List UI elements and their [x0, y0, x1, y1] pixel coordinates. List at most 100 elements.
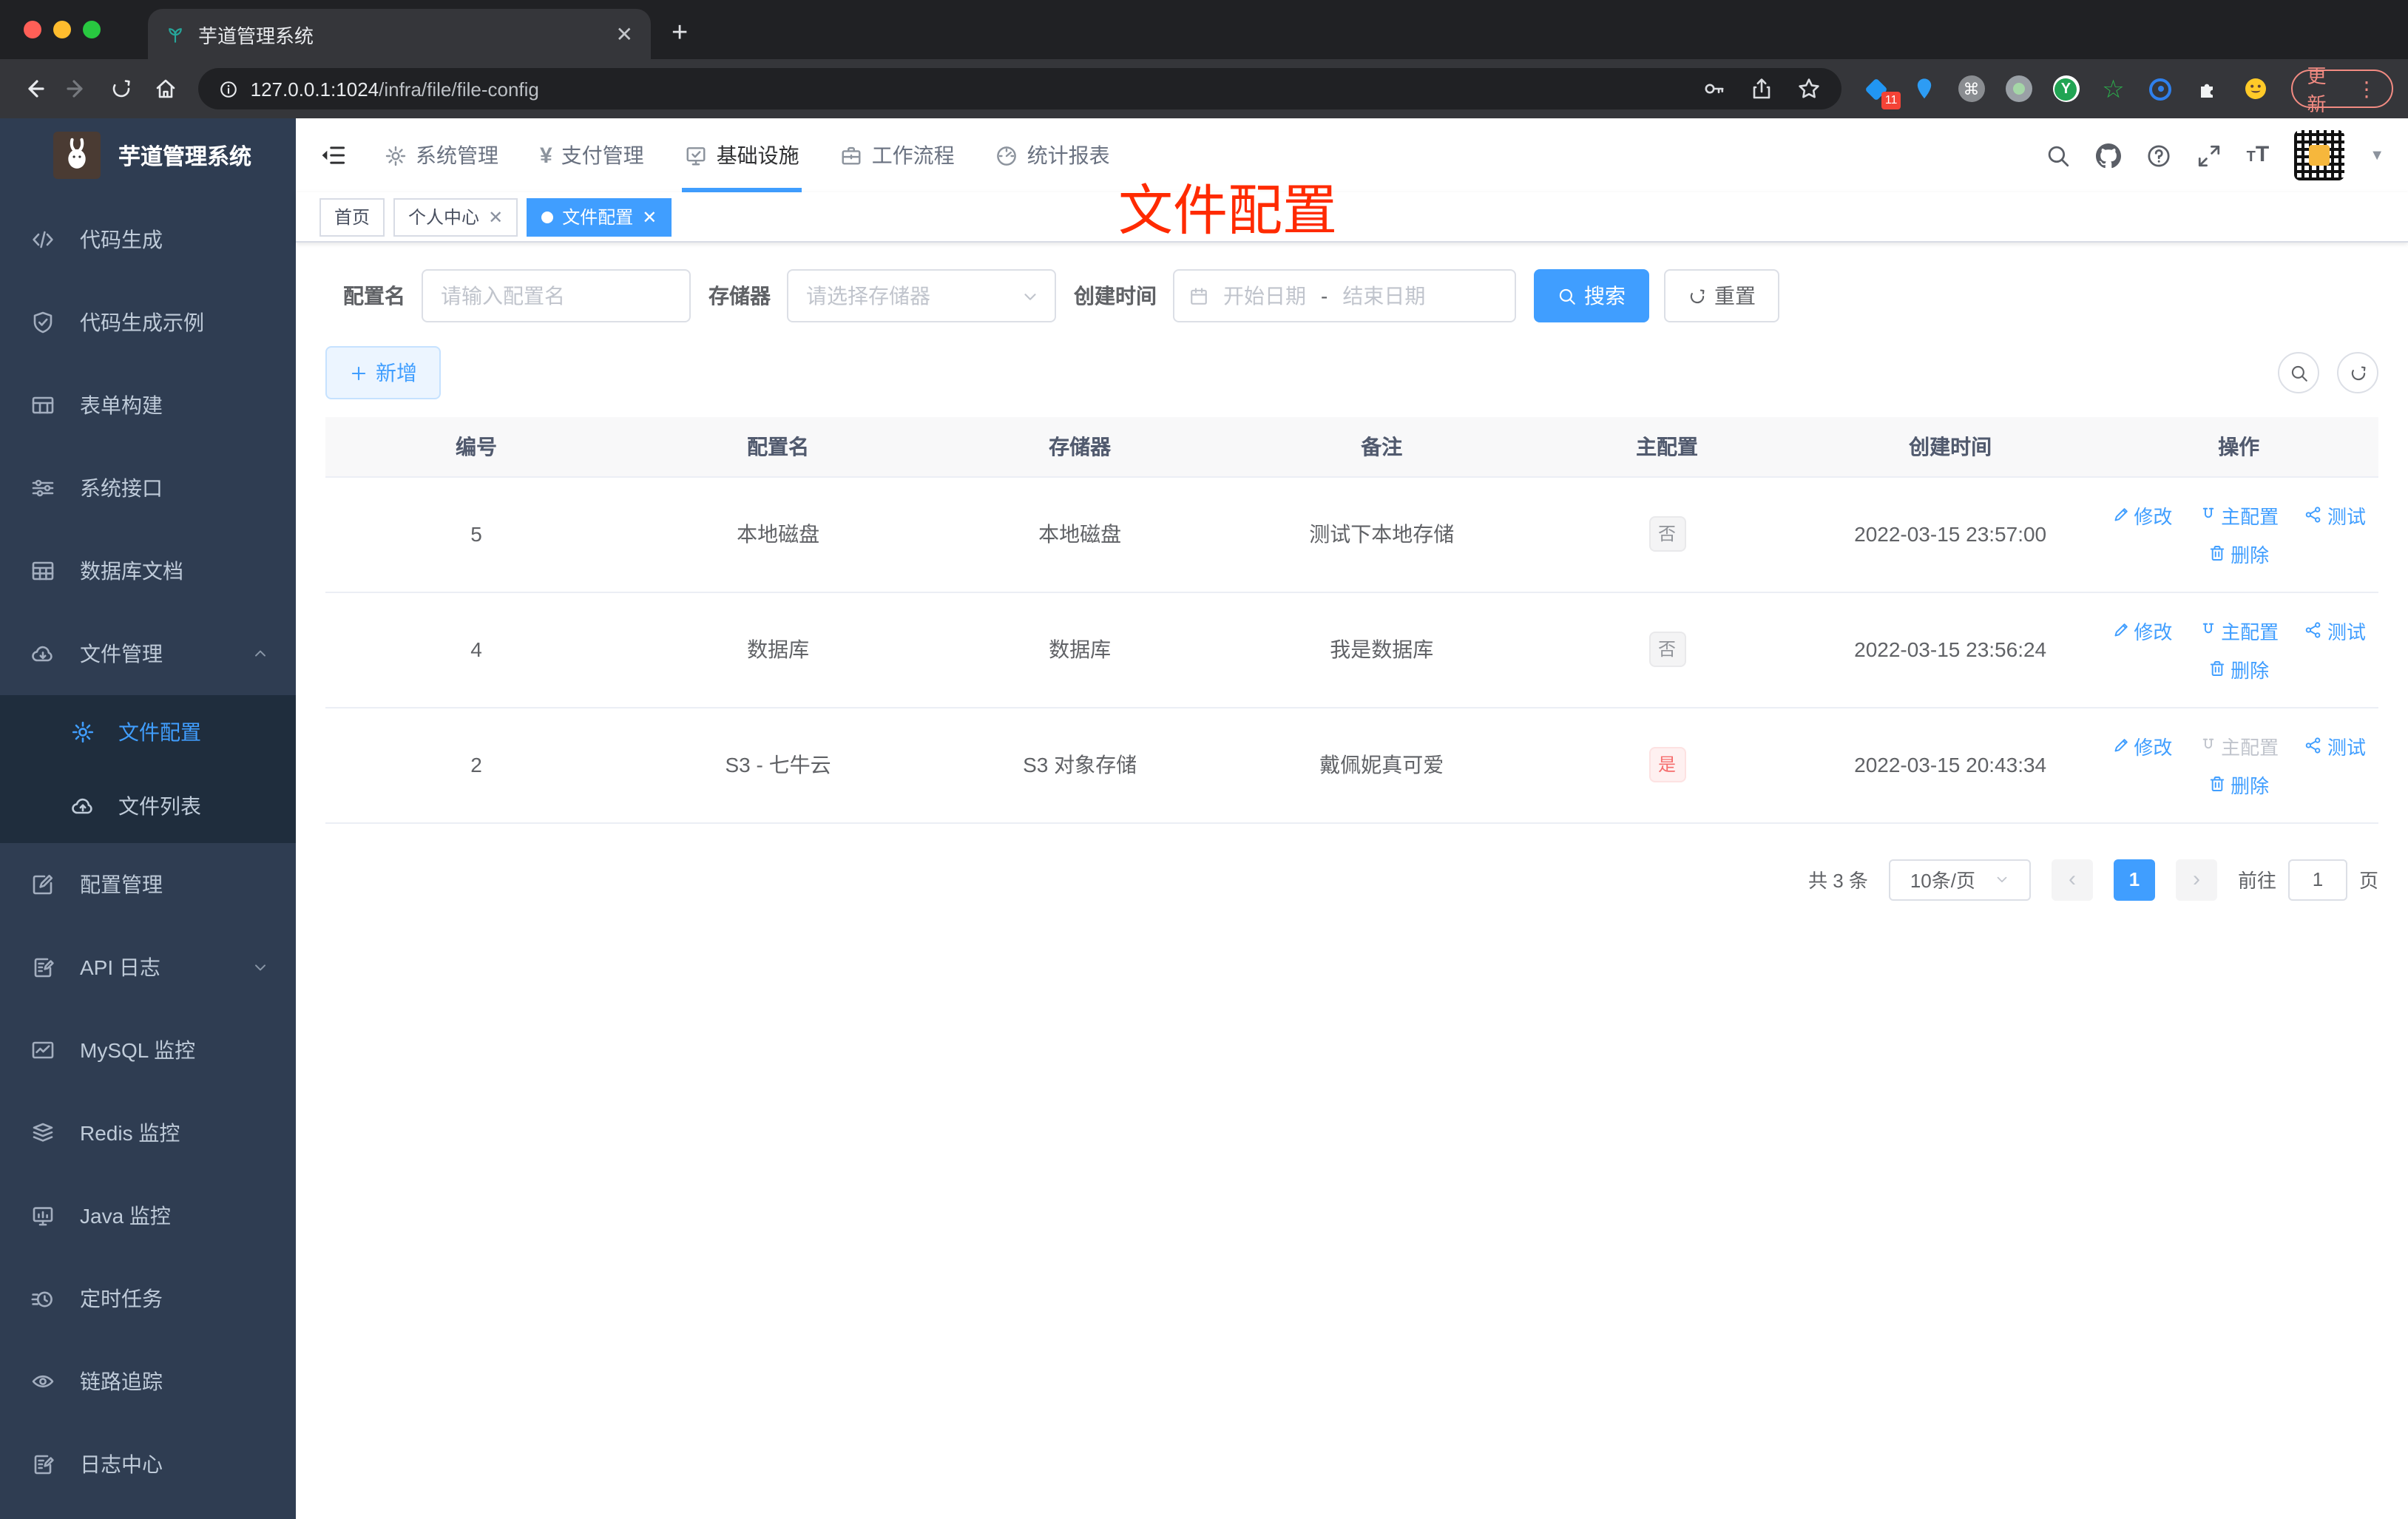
- bookmark-star-icon[interactable]: [1796, 77, 1820, 101]
- browser-tab[interactable]: 芋道管理系统 ✕: [148, 9, 651, 59]
- sidebar-item-file-config[interactable]: 文件配置: [0, 695, 296, 769]
- sidebar-item-config-manage[interactable]: 配置管理: [0, 843, 296, 926]
- delete-link[interactable]: 删除: [2208, 654, 2269, 683]
- page-number-button[interactable]: 1: [2113, 859, 2155, 900]
- search-icon[interactable]: [2046, 143, 2071, 168]
- search-button[interactable]: 搜索: [1534, 269, 1649, 322]
- sidebar-item-tracing[interactable]: 链路追踪: [0, 1340, 296, 1423]
- url-text[interactable]: 127.0.0.1:1024/infra/file/file-config: [251, 78, 539, 100]
- edit-link[interactable]: 修改: [2111, 501, 2172, 529]
- extension-command-icon[interactable]: ⌘: [1956, 74, 1986, 104]
- fullscreen-icon[interactable]: [2196, 143, 2222, 168]
- minimize-window-button[interactable]: [53, 21, 71, 38]
- delete-link[interactable]: 删除: [2208, 770, 2269, 798]
- edit-link[interactable]: 修改: [2111, 616, 2172, 644]
- address-bar[interactable]: 127.0.0.1:1024/infra/file/file-config: [198, 68, 1841, 109]
- page-size-select[interactable]: 10条/页: [1888, 859, 2031, 900]
- tab-home[interactable]: 首页: [319, 197, 385, 236]
- reset-button[interactable]: 重置: [1664, 269, 1779, 322]
- share-icon[interactable]: [1749, 77, 1773, 101]
- nav-workflow[interactable]: 工作流程: [826, 118, 970, 192]
- sidebar-item-code-demo[interactable]: 代码生成示例: [0, 281, 296, 364]
- nav-infrastructure[interactable]: 基础设施: [671, 118, 814, 192]
- pencil-icon: [2111, 621, 2129, 639]
- avatar-qr-image[interactable]: [2294, 130, 2345, 180]
- extension-pin-icon[interactable]: [1909, 74, 1938, 104]
- close-icon[interactable]: ✕: [642, 206, 657, 227]
- search-icon: [1558, 286, 1577, 305]
- extension-diamond-icon[interactable]: 11: [1861, 74, 1901, 109]
- test-link[interactable]: 测试: [2305, 501, 2366, 529]
- master-link[interactable]: 主配置: [2199, 501, 2279, 529]
- nav-pay-manage[interactable]: ¥ 支付管理: [525, 118, 659, 192]
- sidebar-item-system-api[interactable]: 系统接口: [0, 447, 296, 530]
- help-icon[interactable]: [2146, 143, 2171, 168]
- sidebar-item-redis-monitor[interactable]: Redis 监控: [0, 1092, 296, 1174]
- chevron-down-icon: [1021, 286, 1040, 305]
- nav-report[interactable]: 统计报表: [981, 118, 1125, 192]
- github-icon[interactable]: [2096, 143, 2121, 168]
- home-button[interactable]: [146, 70, 183, 108]
- test-link[interactable]: 测试: [2305, 616, 2366, 644]
- goto-page-input[interactable]: [2287, 859, 2347, 900]
- sidebar-item-java-monitor[interactable]: Java 监控: [0, 1174, 296, 1257]
- search-icon: [2289, 363, 2308, 382]
- master-link[interactable]: 主配置: [2199, 616, 2279, 644]
- nav-system-manage[interactable]: 系统管理: [370, 118, 513, 192]
- sidebar-item-db-doc[interactable]: 数据库文档: [0, 530, 296, 612]
- extensions-puzzle-icon[interactable]: [2193, 74, 2222, 104]
- gear-icon: [385, 144, 407, 166]
- chevron-down-icon: [251, 958, 269, 976]
- browser-menu-icon[interactable]: ⋮: [2356, 76, 2377, 101]
- sidebar-item-code-gen[interactable]: 代码生成: [0, 198, 296, 281]
- sidebar-item-file-list[interactable]: 文件列表: [0, 769, 296, 843]
- app-logo[interactable]: 芋道管理系统: [0, 118, 296, 192]
- gear-icon: [71, 720, 95, 744]
- extension-dot-icon[interactable]: [2003, 74, 2033, 104]
- password-key-icon[interactable]: [1702, 77, 1725, 101]
- show-search-button[interactable]: [2278, 352, 2319, 393]
- new-tab-button[interactable]: +: [672, 18, 688, 50]
- tab-file-config[interactable]: 文件配置 ✕: [527, 197, 672, 236]
- test-link[interactable]: 测试: [2305, 731, 2366, 760]
- extension-y-icon[interactable]: Y: [2051, 74, 2080, 104]
- storage-select[interactable]: 请选择存储器: [787, 269, 1056, 322]
- tab-close-icon[interactable]: ✕: [616, 21, 633, 47]
- sidebar-item-mysql-monitor[interactable]: MySQL 监控: [0, 1009, 296, 1092]
- forward-button[interactable]: [58, 70, 96, 108]
- delete-link[interactable]: 删除: [2208, 539, 2269, 567]
- browser-update-chip[interactable]: 更新 ⋮: [2290, 65, 2393, 115]
- sidebar-item-form-builder[interactable]: 表单构建: [0, 364, 296, 447]
- close-icon[interactable]: ✕: [488, 206, 503, 227]
- date-range-picker[interactable]: 开始日期 - 结束日期: [1173, 269, 1516, 322]
- close-window-button[interactable]: [24, 21, 41, 38]
- sidebar-item-log-center[interactable]: 日志中心: [0, 1423, 296, 1506]
- zoom-window-button[interactable]: [83, 21, 101, 38]
- chevron-down-icon[interactable]: ▼: [2370, 147, 2384, 163]
- prev-page-button[interactable]: ‹: [2051, 859, 2093, 900]
- sidebar-item-file-manage[interactable]: 文件管理: [0, 612, 296, 695]
- tab-profile[interactable]: 个人中心 ✕: [393, 197, 518, 236]
- window-controls[interactable]: [24, 21, 101, 38]
- edit-link[interactable]: 修改: [2111, 731, 2172, 760]
- add-button[interactable]: 新增: [325, 346, 441, 399]
- tab-label: 首页: [334, 207, 371, 228]
- sidebar-item-scheduled-task[interactable]: 定时任务: [0, 1257, 296, 1340]
- reload-button[interactable]: [102, 70, 140, 108]
- master-link-disabled[interactable]: 主配置: [2199, 731, 2279, 760]
- back-button[interactable]: [15, 70, 53, 108]
- refresh-table-button[interactable]: [2337, 352, 2378, 393]
- next-page-button[interactable]: ›: [2175, 859, 2217, 900]
- plus-icon: [349, 363, 368, 382]
- config-name-input[interactable]: [422, 269, 691, 322]
- sidebar-item-api-log[interactable]: API 日志: [0, 926, 296, 1009]
- date-separator: -: [1321, 284, 1328, 308]
- red-annotation-text: 文件配置: [1118, 180, 1337, 241]
- site-info-icon[interactable]: [220, 79, 239, 98]
- collapse-sidebar-icon[interactable]: [319, 142, 346, 169]
- app-title: 芋道管理系统: [118, 144, 252, 169]
- profile-emoji-icon[interactable]: [2240, 74, 2270, 104]
- font-size-icon[interactable]: TT: [2247, 142, 2270, 169]
- extension-star-icon[interactable]: ☆: [2098, 74, 2128, 104]
- extension-eye-icon[interactable]: [2145, 74, 2175, 104]
